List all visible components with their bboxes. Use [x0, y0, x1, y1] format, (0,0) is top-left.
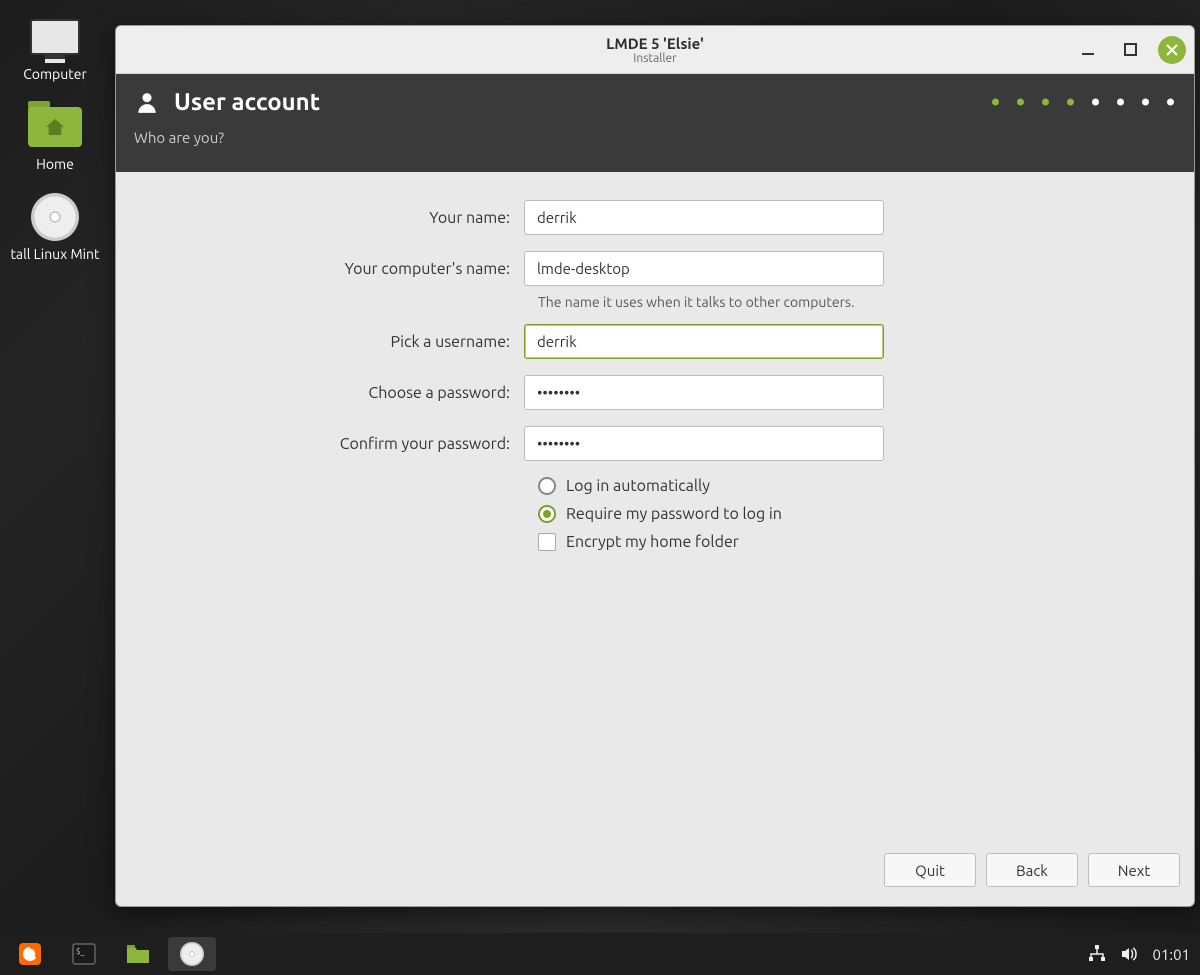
option-autologin[interactable]: Log in automatically	[538, 477, 1166, 495]
svg-text:$_: $_	[76, 947, 85, 956]
next-button[interactable]: Next	[1088, 853, 1180, 887]
hostname-label: Your computer's name:	[144, 260, 524, 278]
desktop-icon-install[interactable]: tall Linux Mint	[5, 192, 105, 262]
password-label: Choose a password:	[144, 384, 524, 402]
computer-icon	[30, 19, 80, 55]
page-heading: User account	[174, 88, 320, 115]
option-label: Encrypt my home folder	[566, 533, 739, 551]
maximize-button[interactable]	[1116, 36, 1144, 64]
minimize-button[interactable]	[1074, 36, 1102, 64]
step-dot	[1167, 98, 1174, 105]
taskbar-terminal[interactable]: $_	[60, 937, 108, 971]
option-label: Log in automatically	[566, 477, 710, 495]
user-icon	[134, 89, 160, 115]
desktop-icon-label: tall Linux Mint	[10, 246, 99, 262]
confirm-password-label: Confirm your password:	[144, 435, 524, 453]
radio-icon	[538, 477, 556, 495]
desktop-icons: Computer Home tall Linux Mint	[0, 12, 110, 262]
step-dot	[1017, 98, 1024, 105]
taskbar-clock[interactable]: 01:01	[1152, 946, 1190, 963]
radio-icon	[538, 505, 556, 523]
step-dot	[1117, 98, 1124, 105]
desktop-icon-label: Computer	[23, 66, 87, 82]
username-input[interactable]	[524, 324, 884, 359]
installer-window: LMDE 5 'Elsie' Installer User account	[115, 25, 1195, 907]
name-label: Your name:	[144, 209, 524, 227]
page-banner: User account Who are you?	[116, 74, 1194, 172]
hostname-hint: The name it uses when it talks to other …	[538, 294, 1166, 310]
quit-button[interactable]: Quit	[884, 853, 976, 887]
confirm-password-input[interactable]	[524, 426, 884, 461]
name-input[interactable]	[524, 200, 884, 235]
network-icon[interactable]	[1088, 945, 1106, 963]
checkbox-icon	[538, 533, 556, 551]
wizard-footer: Quit Back Next	[116, 842, 1194, 906]
desktop-icon-home[interactable]: Home	[5, 102, 105, 172]
user-form: Your name: Your computer's name: The nam…	[116, 172, 1194, 842]
close-button[interactable]	[1158, 36, 1186, 64]
taskbar-firefox[interactable]	[6, 937, 54, 971]
step-dot	[992, 98, 999, 105]
page-subheading: Who are you?	[116, 129, 1194, 160]
username-label: Pick a username:	[144, 333, 524, 351]
window-subtitle: Installer	[633, 52, 676, 65]
option-label: Require my password to log in	[566, 505, 782, 523]
window-titlebar[interactable]: LMDE 5 'Elsie' Installer	[116, 26, 1194, 74]
step-dot	[1092, 98, 1099, 105]
volume-icon[interactable]	[1120, 945, 1138, 963]
taskbar-installer[interactable]	[168, 937, 216, 971]
password-input[interactable]	[524, 375, 884, 410]
desktop-icon-computer[interactable]: Computer	[5, 12, 105, 82]
disc-icon	[31, 193, 79, 241]
back-button[interactable]: Back	[986, 853, 1078, 887]
option-encrypt-home[interactable]: Encrypt my home folder	[538, 533, 1166, 551]
disc-icon	[180, 942, 204, 966]
hostname-input[interactable]	[524, 251, 884, 286]
home-folder-icon	[28, 107, 82, 147]
step-dot	[1142, 98, 1149, 105]
desktop-icon-label: Home	[36, 156, 74, 172]
step-dot	[1042, 98, 1049, 105]
window-title: LMDE 5 'Elsie'	[606, 35, 704, 52]
step-dot	[1067, 98, 1074, 105]
option-require-password[interactable]: Require my password to log in	[538, 505, 1166, 523]
taskbar[interactable]: $_ 01:01	[0, 933, 1200, 975]
taskbar-files[interactable]	[114, 937, 162, 971]
wizard-steps	[992, 98, 1174, 105]
